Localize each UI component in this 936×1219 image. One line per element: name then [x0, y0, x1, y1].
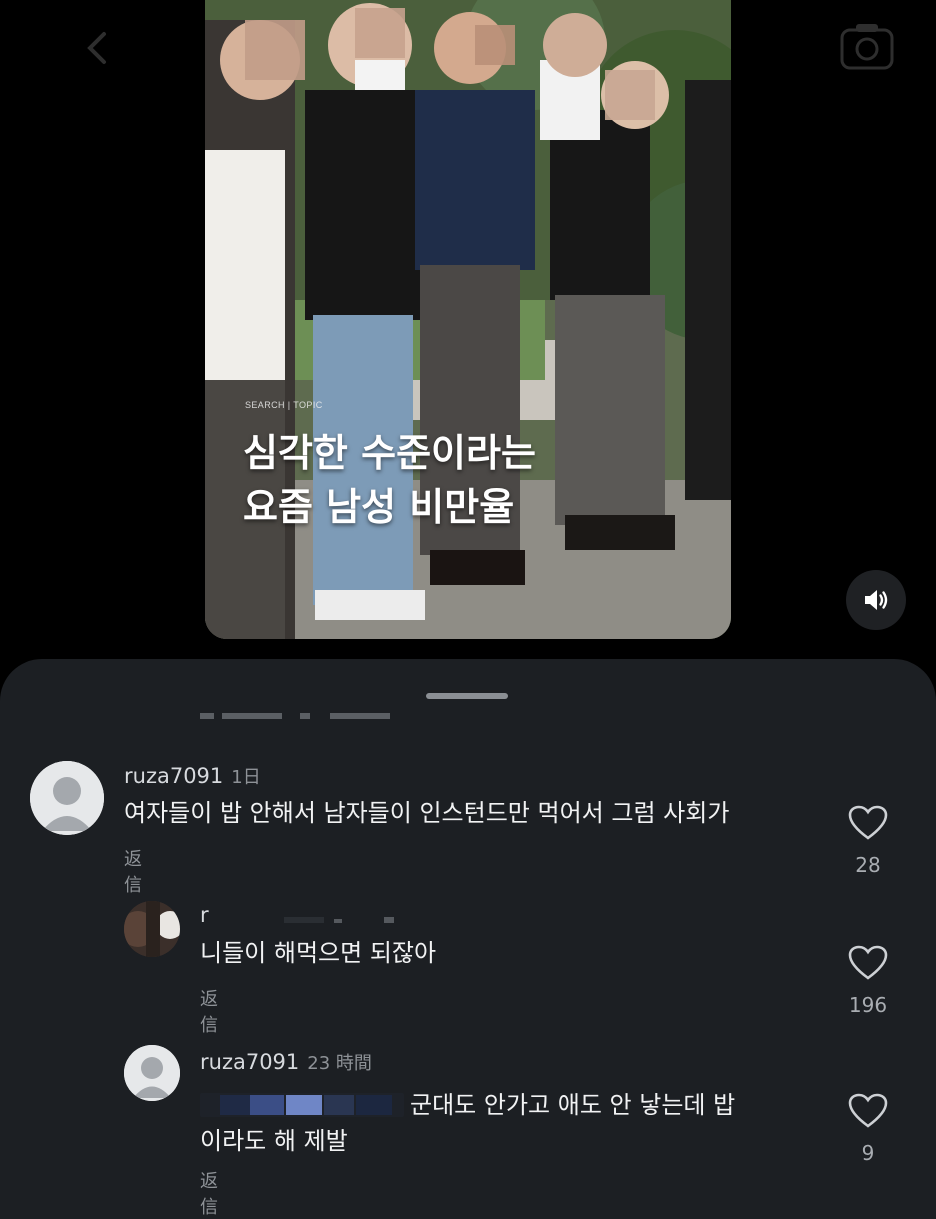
redacted-mention [200, 1093, 404, 1117]
video-frame-image [205, 0, 731, 639]
video-title-overlay: 심각한 수준이라는 요즘 남성 비만율 [243, 426, 536, 534]
redacted-username [284, 917, 394, 923]
comment-text: 여자들이 밥 안해서 남자들이 인스턴드만 먹어서 그럼 사회가 [124, 799, 730, 827]
camera-icon[interactable] [838, 20, 896, 72]
default-avatar-icon[interactable] [30, 761, 104, 835]
heart-icon[interactable] [848, 805, 888, 841]
comment-text: 니들이 해먹으면 되잖아 [200, 939, 437, 967]
user-avatar[interactable] [124, 901, 180, 957]
username-text[interactable]: ruza7091 [124, 764, 223, 788]
comments-sheet: ruza7091 1日 여자들이 밥 안해서 남자들이 인스턴드만 먹어서 그럼 … [0, 659, 936, 1219]
reply-button[interactable]: 返信 [200, 1167, 218, 1219]
volume-button[interactable] [846, 570, 906, 630]
comment-time: 23 時間 [307, 1053, 372, 1074]
heart-icon[interactable] [848, 945, 888, 981]
comment-text-line1: 군대도 안가고 애도 안 낳는데 밥 [410, 1091, 736, 1119]
video-title-line2: 요즘 남성 비만율 [243, 485, 515, 529]
like-count: 196 [848, 993, 888, 1017]
like-count: 28 [855, 853, 881, 877]
video-source-label: SEARCH | TOPIC [245, 400, 323, 410]
default-avatar-icon[interactable] [124, 1045, 180, 1101]
comment-username[interactable]: ruza7091 23 時間 [200, 1049, 372, 1075]
username-text[interactable]: r [200, 903, 209, 927]
like-count: 9 [861, 1141, 875, 1165]
heart-icon[interactable] [848, 1093, 888, 1129]
video-player[interactable]: SEARCH | TOPIC 심각한 수준이라는 요즘 남성 비만율 [205, 0, 731, 639]
comment-username[interactable]: ruza7091 1日 [124, 763, 261, 789]
comment-username[interactable]: r [200, 903, 209, 927]
comment-text-line2: 이라도 해 제발 [200, 1127, 348, 1155]
clipped-text-fragment [200, 713, 390, 719]
reply-button[interactable]: 返信 [200, 985, 218, 1037]
speaker-icon [865, 590, 888, 610]
video-title-line1: 심각한 수준이라는 [243, 431, 536, 475]
like-button[interactable]: 9 [838, 1093, 898, 1165]
comment-time: 1日 [231, 767, 261, 788]
sheet-drag-handle[interactable] [426, 693, 508, 699]
reply-button[interactable]: 返信 [124, 845, 142, 897]
like-button[interactable]: 28 [838, 805, 898, 877]
back-chevron-icon[interactable] [78, 28, 118, 68]
like-button[interactable]: 196 [838, 945, 898, 1017]
username-text[interactable]: ruza7091 [200, 1050, 299, 1074]
